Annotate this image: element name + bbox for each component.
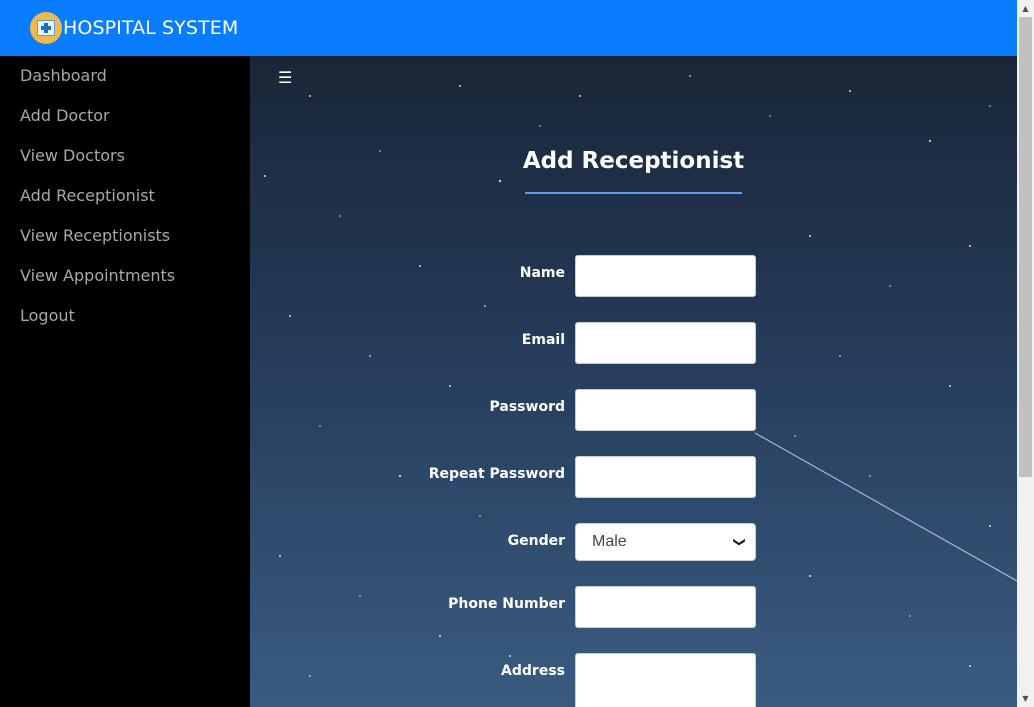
address-textarea[interactable] xyxy=(575,653,756,707)
hospital-logo-icon xyxy=(30,12,62,44)
gender-select[interactable]: Male ❯ xyxy=(575,523,756,561)
sidebar-item-add-receptionist[interactable]: Add Receptionist xyxy=(0,182,250,222)
title-underline xyxy=(525,192,742,194)
email-input[interactable] xyxy=(575,322,756,364)
scroll-up-arrow-icon[interactable]: ▲ xyxy=(1017,0,1034,17)
name-label: Name xyxy=(519,265,565,281)
sidebar-item-add-doctor[interactable]: Add Doctor xyxy=(0,102,250,142)
sidebar-item-view-receptionists[interactable]: View Receptionists xyxy=(0,222,250,262)
sidebar: Dashboard Add Doctor View Doctors Add Re… xyxy=(0,56,250,707)
scroll-down-arrow-icon[interactable]: ▼ xyxy=(1017,690,1034,707)
sidebar-item-dashboard[interactable]: Dashboard xyxy=(0,62,250,102)
page-title: Add Receptionist xyxy=(522,148,745,174)
sidebar-item-logout[interactable]: Logout xyxy=(0,302,250,342)
hamburger-menu-icon[interactable]: ☰ xyxy=(278,68,292,87)
phone-number-label: Phone Number xyxy=(448,596,565,612)
repeat-password-label: Repeat Password xyxy=(428,466,565,482)
address-label: Address xyxy=(501,663,565,679)
vertical-scrollbar[interactable]: ▲ ▼ xyxy=(1017,0,1034,707)
name-input[interactable] xyxy=(575,255,756,297)
chevron-down-icon: ❯ xyxy=(732,536,747,548)
top-navbar: HOSPITAL SYSTEM xyxy=(0,0,1017,56)
phone-number-input[interactable] xyxy=(575,586,756,628)
password-input[interactable] xyxy=(575,389,756,431)
email-label: Email xyxy=(521,332,565,348)
password-label: Password xyxy=(489,399,565,415)
gender-label: Gender xyxy=(507,533,565,549)
gender-select-value: Male xyxy=(592,533,627,550)
sidebar-item-view-doctors[interactable]: View Doctors xyxy=(0,142,250,182)
main-content: ☰ Add Receptionist Name Email Password R… xyxy=(250,56,1017,707)
scrollbar-thumb[interactable] xyxy=(1019,17,1032,477)
sidebar-item-view-appointments[interactable]: View Appointments xyxy=(0,262,250,302)
app-title: HOSPITAL SYSTEM xyxy=(63,17,239,39)
repeat-password-input[interactable] xyxy=(575,456,756,498)
